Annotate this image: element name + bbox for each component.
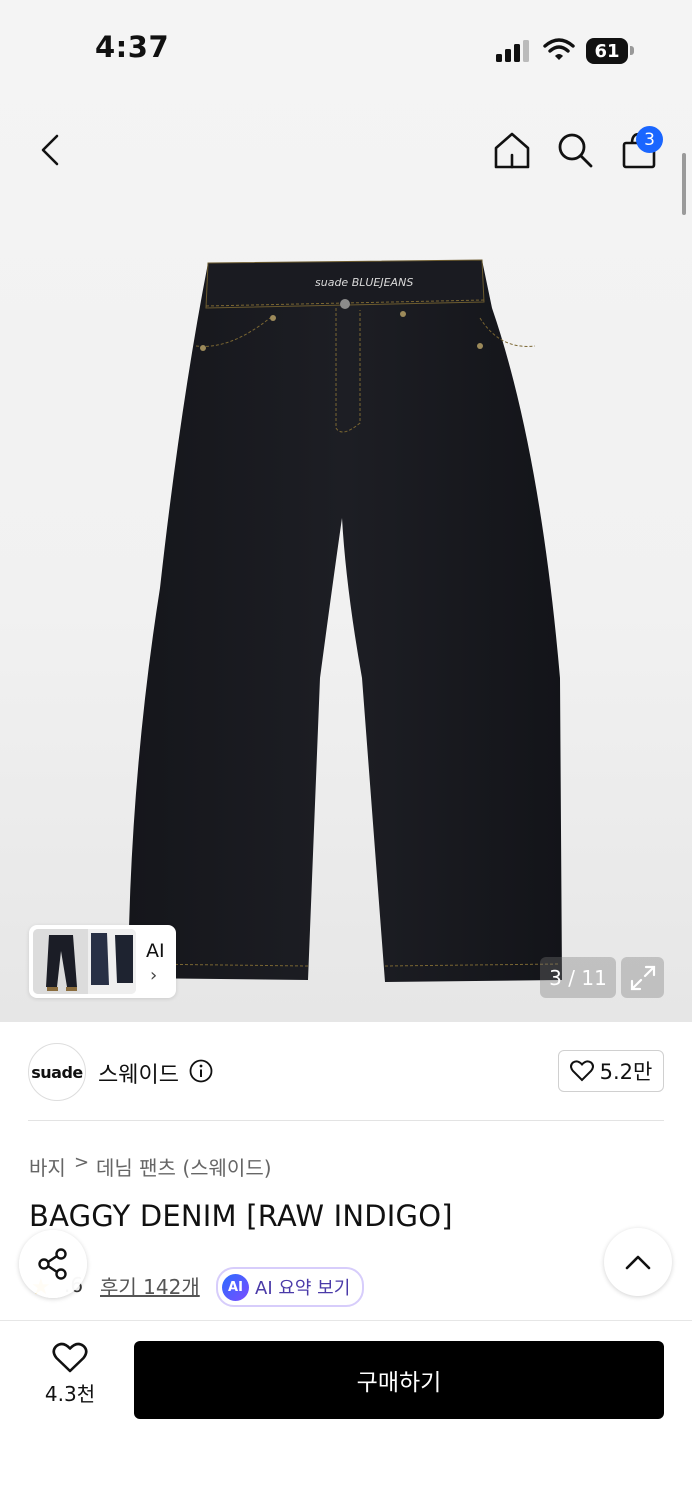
ai-summary-label: AI 요약 보기 — [255, 1278, 351, 1299]
model-thumbnail[interactable] — [33, 929, 136, 994]
bottom-bar-divider — [0, 1320, 692, 1321]
product-image[interactable]: suade BLUEJEANS — [120, 258, 580, 990]
breadcrumb-subcategory[interactable]: 데님 팬츠 (스웨이드) — [96, 1152, 272, 1181]
wifi-icon — [543, 38, 575, 60]
chevron-up-icon — [625, 1255, 651, 1270]
scroll-to-top-button[interactable] — [604, 1228, 672, 1296]
fullscreen-button[interactable] — [621, 957, 664, 998]
share-icon — [38, 1248, 67, 1280]
model-thumbnail-image — [33, 929, 136, 994]
battery-level: 61 — [594, 40, 620, 62]
brand-like-count: 5.2만 — [599, 1060, 653, 1084]
chevron-left-icon — [41, 134, 59, 166]
breadcrumb-category[interactable]: 바지 — [29, 1152, 66, 1181]
divider — [28, 1120, 664, 1121]
image-page-counter: 3 / 11 — [540, 957, 616, 998]
status-time: 4:37 — [95, 30, 170, 64]
buy-button[interactable]: 구매하기 — [134, 1341, 664, 1419]
wishlist-count: 4.3천 — [44, 1382, 96, 1406]
heart-outline-icon — [52, 1342, 88, 1373]
product-title: BAGGY DENIM [RAW INDIGO] — [29, 1199, 453, 1233]
brand-like-button[interactable]: 5.2만 — [558, 1050, 664, 1092]
back-button[interactable] — [28, 128, 72, 172]
home-button[interactable] — [490, 128, 534, 172]
info-icon[interactable] — [189, 1059, 213, 1083]
breadcrumb-separator: > — [74, 1152, 90, 1173]
heart-icon — [569, 1060, 594, 1082]
wishlist-button[interactable]: 4.3천 — [32, 1342, 108, 1422]
ai-fit-label: AI — [146, 940, 165, 962]
cart-count-badge: 3 — [636, 126, 663, 153]
expand-icon — [630, 965, 655, 990]
brand-logo[interactable]: suade — [28, 1043, 86, 1101]
ai-badge-icon: AI — [222, 1273, 249, 1301]
battery-icon: 61 — [586, 38, 628, 64]
ai-summary-button[interactable]: AI AI 요약 보기 — [216, 1267, 365, 1307]
brand-name[interactable]: 스웨이드 — [98, 1057, 179, 1089]
search-button[interactable] — [553, 128, 597, 172]
waistband-text: suade BLUEJEANS — [315, 276, 413, 289]
scrollbar[interactable] — [682, 153, 686, 215]
cellular-signal-icon — [496, 40, 529, 62]
chevron-right-icon: › — [150, 965, 158, 986]
home-icon — [494, 132, 530, 169]
review-count-link[interactable]: 후기 142개 — [100, 1271, 200, 1300]
share-button[interactable] — [19, 1230, 87, 1298]
search-icon — [558, 133, 593, 168]
battery-nub — [630, 46, 634, 55]
